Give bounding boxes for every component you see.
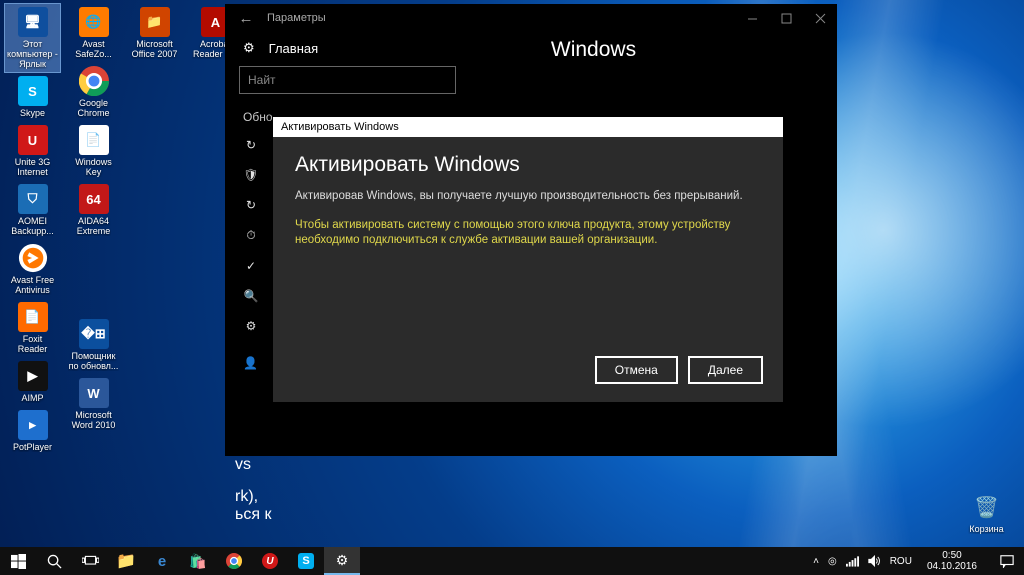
tray-notification-icon[interactable] [992, 547, 1022, 575]
icon-label: Этоткомпьютер -Ярлык [6, 38, 59, 69]
nav-icon: ✓ [243, 259, 259, 273]
app-icon: 🌐 [78, 6, 110, 38]
taskbar-edge[interactable]: e [144, 547, 180, 575]
nav-icon: ⏱ [243, 228, 259, 243]
recycle-bin-icon[interactable]: 🗑️ Корзина [959, 489, 1014, 537]
home-label: Главная [269, 41, 318, 56]
search-button[interactable] [36, 547, 72, 575]
taskbar-unite3g[interactable]: U [252, 547, 288, 575]
app-icon [17, 242, 49, 274]
app-icon [78, 65, 110, 97]
back-button[interactable]: ← [225, 10, 267, 27]
desktop-icon[interactable] [66, 240, 121, 277]
nav-icon: 👤 [243, 356, 258, 370]
desktop-icon[interactable]: 📄Foxit Reader [5, 299, 60, 357]
icon-label: Windows Key [67, 156, 120, 177]
desktop-icon[interactable]: WMicrosoftWord 2010 [66, 375, 121, 433]
icon-label: AOMEIBackupp... [10, 215, 55, 236]
cancel-button[interactable]: Отмена [595, 356, 678, 384]
nav-icon: 🔍 [243, 289, 259, 303]
icon-label: AvastSafeZo... [74, 38, 113, 59]
icon-label: AIMP [20, 392, 44, 403]
app-icon [78, 280, 110, 312]
taskbar-skype[interactable]: S [288, 547, 324, 575]
app-icon: ⛉ [17, 183, 49, 215]
desktop-icon[interactable]: GoogleChrome [66, 63, 121, 121]
desktop-icon[interactable]: SSkype [5, 73, 60, 121]
app-icon: ▸ [17, 409, 49, 441]
clipped-content: vs rk), ься к [225, 456, 837, 524]
maximize-button[interactable] [769, 4, 803, 32]
icon-label: Foxit Reader [6, 333, 59, 354]
icon-label: Skype [19, 107, 46, 118]
activation-dialog: Активировать Windows Активировать Window… [273, 117, 783, 402]
desktop-icon[interactable]: 64AIDA64Extreme [66, 181, 121, 239]
icon-label: Помощникпо обновл... [68, 350, 120, 371]
desktop-icon[interactable]: 📄Windows Key [66, 122, 121, 180]
taskbar-store[interactable]: 🛍️ [180, 547, 216, 575]
tray-volume-icon[interactable] [868, 555, 881, 567]
close-button[interactable] [803, 4, 837, 32]
app-icon: 📄 [17, 301, 49, 333]
dialog-titlebar[interactable]: Активировать Windows [273, 117, 783, 137]
tray-clock[interactable]: 0:50 04.10.2016 [921, 550, 983, 572]
recycle-bin-label: Корзина [968, 523, 1004, 534]
desktop-icon[interactable]: Avast FreeAntivirus [5, 240, 60, 298]
nav-icon: ↻ [243, 138, 259, 152]
minimize-button[interactable] [735, 4, 769, 32]
app-icon: 🖥 [17, 6, 49, 38]
desktop-icon[interactable]: 📁MicrosoftOffice 2007 [127, 4, 182, 62]
taskbar-chrome[interactable] [216, 547, 252, 575]
next-button[interactable]: Далее [688, 356, 763, 384]
desktop-icon[interactable]: ▸PotPlayer [5, 407, 60, 455]
app-icon: ▶ [17, 360, 49, 392]
tray-chevron-up-icon[interactable]: ˄ [813, 556, 819, 567]
icon-label: MicrosoftWord 2010 [71, 409, 117, 430]
search-placeholder: Найт [248, 73, 276, 87]
icon-label: MicrosoftOffice 2007 [131, 38, 179, 59]
app-icon: �⊞ [78, 318, 110, 350]
tray-network-icon[interactable] [846, 555, 859, 567]
app-icon: W [78, 377, 110, 409]
desktop-icon[interactable]: �⊞Помощникпо обновл... [66, 316, 121, 374]
taskbar-explorer[interactable]: 📁 [108, 547, 144, 575]
app-icon: 📁 [139, 6, 171, 38]
app-icon: S [17, 75, 49, 107]
tray-language[interactable]: ROU [890, 556, 912, 567]
dialog-heading: Активировать Windows [295, 153, 761, 177]
system-tray[interactable]: ˄ ◎ ROU 0:50 04.10.2016 [805, 547, 1024, 575]
desktop-icon[interactable] [66, 278, 121, 315]
app-icon: U [17, 124, 49, 156]
settings-titlebar[interactable]: ← Параметры [225, 4, 837, 32]
desktop-icon[interactable]: UUnite 3GInternet [5, 122, 60, 180]
desktop-icon[interactable]: 🖥Этоткомпьютер -Ярлык [5, 4, 60, 72]
desktop-icon[interactable]: 🌐AvastSafeZo... [66, 4, 121, 62]
window-title: Параметры [267, 12, 326, 24]
nav-icon: ↻ [243, 198, 259, 212]
taskview-button[interactable] [72, 547, 108, 575]
taskbar-settings[interactable]: ⚙ [324, 547, 360, 575]
app-icon [78, 242, 110, 274]
nav-icon: 🛡 [243, 168, 259, 182]
dialog-body-text: Активировав Windows, вы получаете лучшую… [295, 189, 761, 204]
gear-icon: ⚙ [243, 40, 255, 56]
tray-location-icon[interactable]: ◎ [828, 556, 837, 567]
desktop-icon[interactable]: ⛉AOMEIBackupp... [5, 181, 60, 239]
icon-label: AIDA64Extreme [76, 215, 112, 236]
app-icon: 64 [78, 183, 110, 215]
dialog-warning-text: Чтобы активировать систему с помощью это… [295, 218, 761, 248]
icon-label: Avast FreeAntivirus [10, 274, 55, 295]
page-title: Windows [360, 32, 827, 76]
taskbar[interactable]: 📁 e 🛍️ U S ⚙ ˄ ◎ ROU 0:50 04.10.2016 [0, 547, 1024, 575]
app-icon: 📄 [78, 124, 110, 156]
icon-label: GoogleChrome [76, 97, 110, 118]
start-button[interactable] [0, 547, 36, 575]
icon-label: Unite 3GInternet [14, 156, 52, 177]
desktop-icon[interactable]: ▶AIMP [5, 358, 60, 406]
nav-icon: ⚙ [243, 319, 259, 333]
icon-label: PotPlayer [12, 441, 53, 452]
